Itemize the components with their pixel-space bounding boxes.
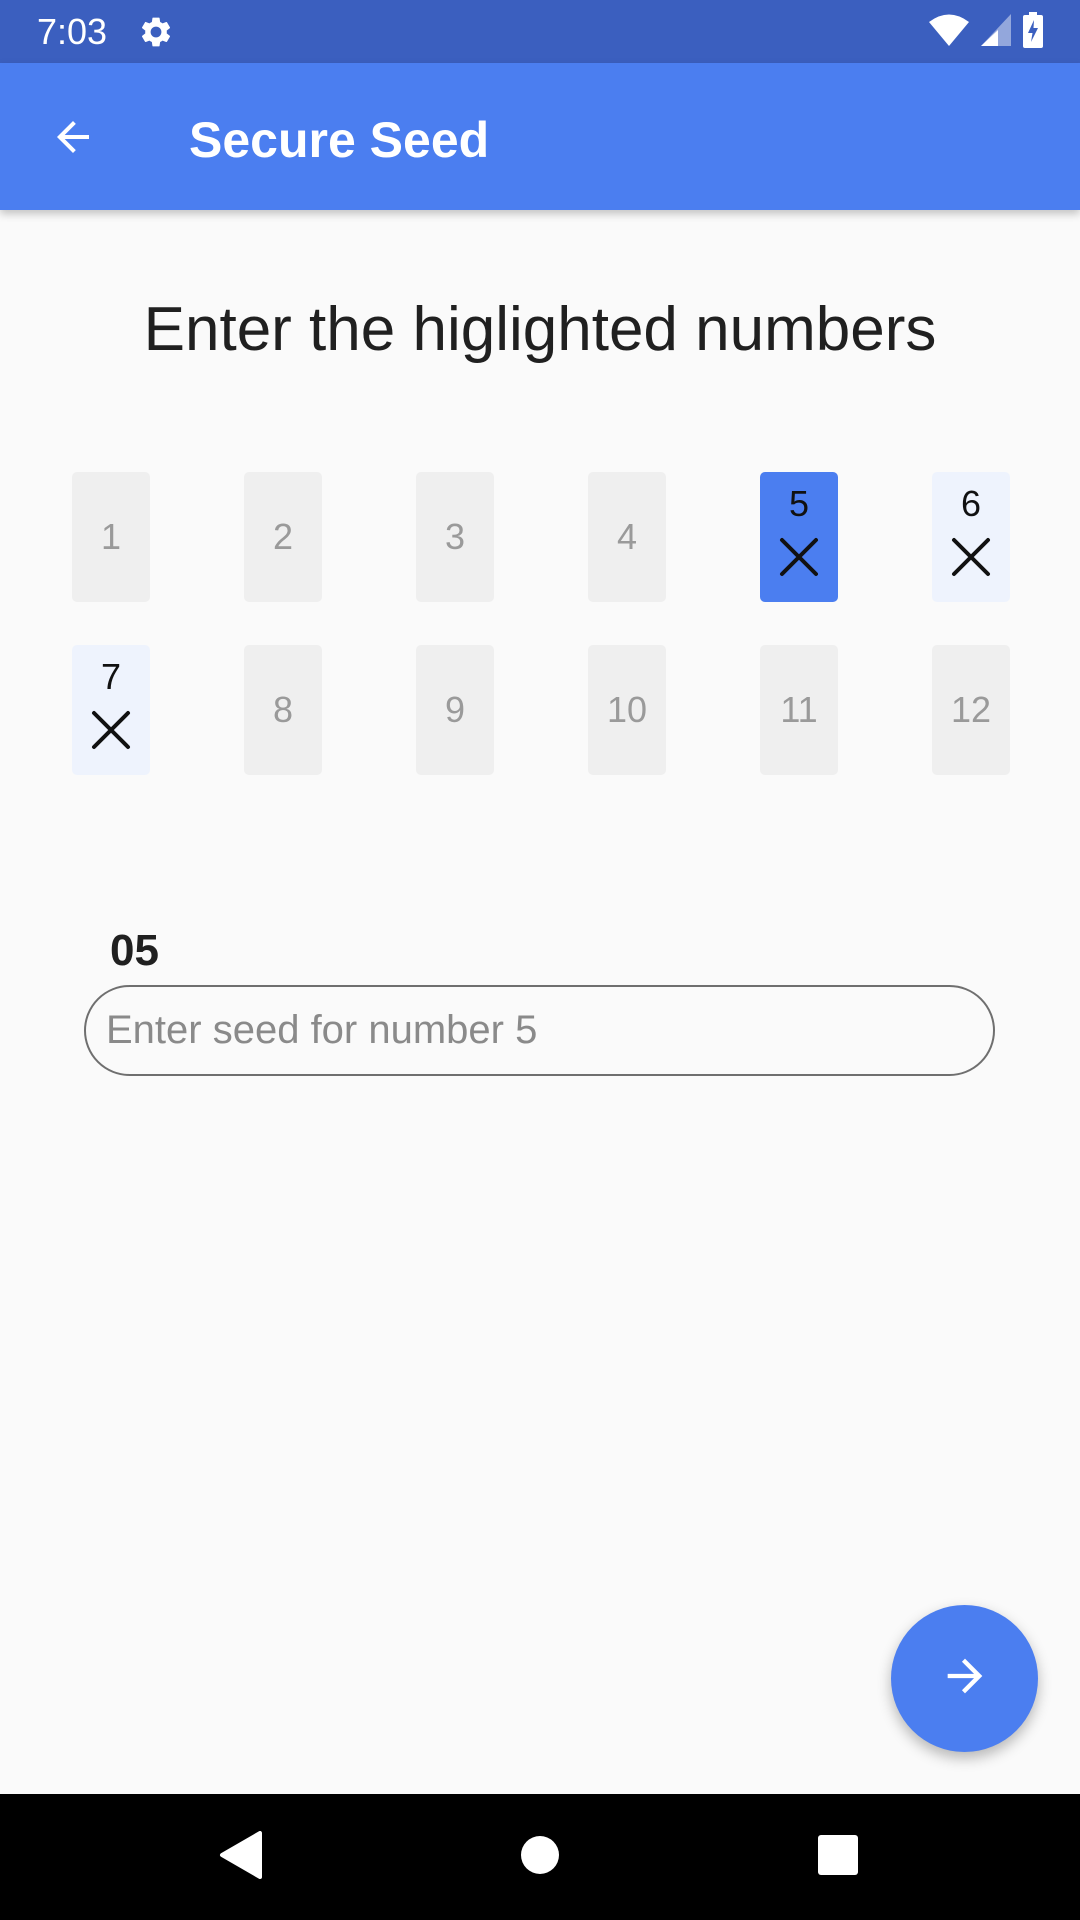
- seed-number-cell[interactable]: 1: [72, 472, 150, 602]
- nav-home-button[interactable]: [510, 1827, 570, 1887]
- close-icon: [90, 709, 132, 751]
- cellular-signal-icon: [980, 13, 1012, 52]
- status-icons: [928, 11, 1044, 53]
- seed-number-label: 3: [444, 516, 466, 557]
- instruction-heading: Enter the higlighted numbers: [143, 295, 937, 364]
- seed-number-label: 11: [780, 689, 818, 730]
- status-time: 7:03: [37, 11, 108, 52]
- seed-number-label: 7: [100, 656, 122, 697]
- seed-number-label: 4: [616, 516, 638, 557]
- circle-home-icon: [520, 1835, 560, 1880]
- close-icon: [950, 536, 992, 578]
- next-button[interactable]: [891, 1605, 1038, 1752]
- seed-number-label: 2: [272, 516, 294, 557]
- back-button[interactable]: [40, 106, 106, 172]
- close-icon: [778, 536, 820, 578]
- status-bar: 7:03: [0, 0, 1080, 63]
- arrow-forward-icon: [939, 1650, 991, 1707]
- nav-recents-button[interactable]: [808, 1827, 868, 1887]
- seed-number-label: 6: [960, 483, 982, 524]
- page-title: Secure Seed: [189, 112, 490, 168]
- battery-charging-icon: [1022, 11, 1044, 53]
- seed-number-label: 12: [950, 689, 992, 730]
- seed-number-label: 5: [788, 483, 810, 524]
- seed-number-cell[interactable]: 11: [760, 645, 838, 775]
- arrow-back-icon: [49, 113, 97, 166]
- seed-number-cell[interactable]: 6: [932, 472, 1010, 602]
- seed-number-cell[interactable]: 2: [244, 472, 322, 602]
- square-recents-icon: [817, 1834, 859, 1881]
- seed-number-cell[interactable]: 10: [588, 645, 666, 775]
- seed-number-label: 1: [100, 516, 122, 557]
- triangle-back-icon: [218, 1830, 262, 1884]
- seed-input[interactable]: [84, 985, 995, 1076]
- seed-number-grid: 1 2 3 4 5 6 7 8 9 10 11 12: [72, 472, 1010, 775]
- seed-number-cell[interactable]: 9: [416, 645, 494, 775]
- seed-field-label: 05: [110, 926, 159, 975]
- nav-back-button[interactable]: [210, 1827, 270, 1887]
- settings-gear-icon: [138, 14, 174, 50]
- seed-number-label: 8: [272, 689, 294, 730]
- seed-number-cell[interactable]: 4: [588, 472, 666, 602]
- seed-number-cell[interactable]: 5: [760, 472, 838, 602]
- seed-number-cell[interactable]: 8: [244, 645, 322, 775]
- seed-number-label: 9: [444, 689, 466, 730]
- wifi-icon: [928, 13, 970, 52]
- app-bar: Secure Seed: [0, 63, 1080, 210]
- seed-number-label: 10: [606, 689, 648, 730]
- seed-number-cell[interactable]: 3: [416, 472, 494, 602]
- system-navigation-bar: [0, 1794, 1080, 1920]
- seed-number-cell[interactable]: 7: [72, 645, 150, 775]
- seed-number-cell[interactable]: 12: [932, 645, 1010, 775]
